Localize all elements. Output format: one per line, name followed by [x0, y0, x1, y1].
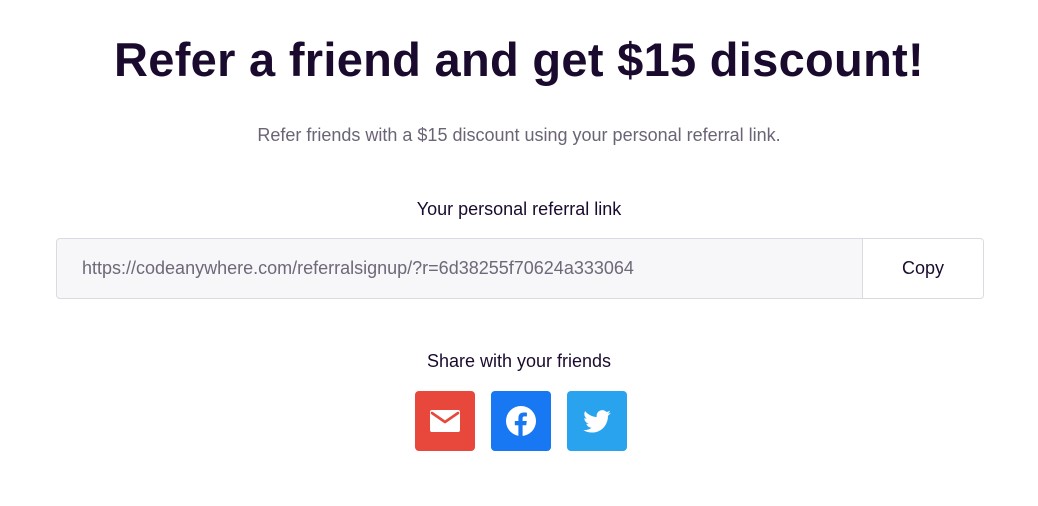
referral-link-label: Your personal referral link	[416, 199, 622, 219]
referral-link-box: Copy	[56, 238, 984, 299]
referral-page: Refer a friend and get $15 discount! Ref…	[0, 0, 1038, 506]
share-twitter-button[interactable]	[567, 391, 627, 451]
share-buttons	[415, 391, 627, 451]
email-icon	[430, 410, 460, 432]
referral-link-input[interactable]	[57, 239, 862, 298]
page-title: Refer a friend and get $15 discount!	[114, 33, 924, 86]
page-subtitle: Refer friends with a $15 discount using …	[257, 125, 781, 145]
share-email-button[interactable]	[415, 391, 475, 451]
share-facebook-button[interactable]	[491, 391, 551, 451]
twitter-icon	[583, 409, 611, 433]
facebook-icon	[506, 406, 536, 436]
share-label: Share with your friends	[426, 351, 612, 371]
copy-button[interactable]: Copy	[862, 239, 983, 298]
